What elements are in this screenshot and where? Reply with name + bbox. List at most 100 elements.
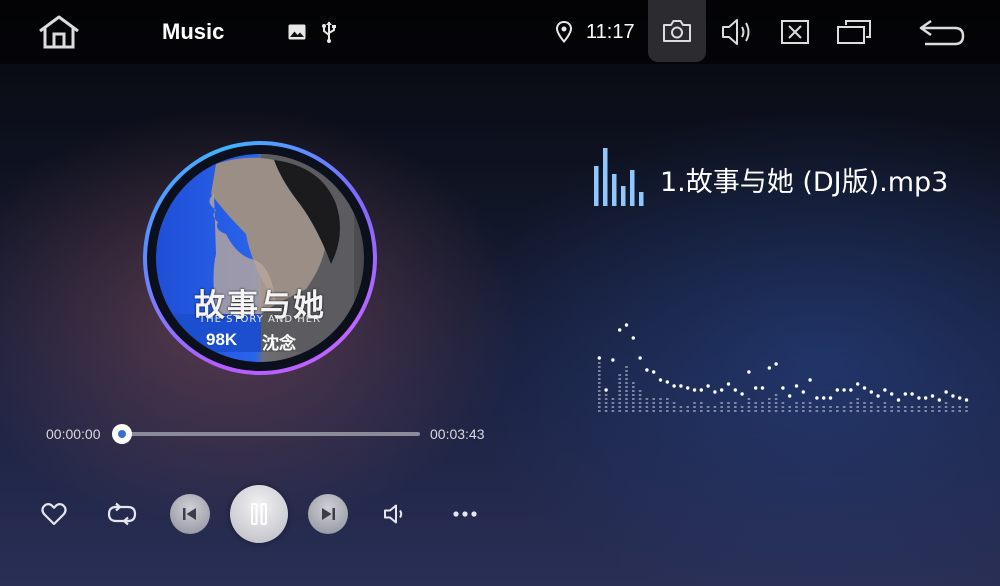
spectrum-bar-segment (666, 398, 669, 400)
status-clock: 11:17 (586, 20, 635, 43)
spectrum-bar-segment (618, 394, 621, 396)
spectrum-bar-segment (808, 402, 812, 404)
spectrum-peak (720, 388, 724, 392)
app-title: Music (162, 19, 225, 44)
spectrum-bar-segment (659, 402, 662, 404)
spectrum-bar-segment (693, 406, 696, 408)
spectrum-peak (944, 390, 948, 394)
spectrum-bar-segment (713, 406, 717, 408)
spectrum-bar-segment (856, 406, 859, 408)
spectrum-bar-segment (625, 382, 628, 384)
seek-thumb[interactable] (112, 424, 132, 444)
spectrum-bar-segment (598, 370, 601, 372)
spectrum-bar-segment (598, 378, 601, 380)
spectrum-bar-segment (632, 390, 635, 392)
seek-bar[interactable] (122, 432, 420, 436)
spectrum-bar-segment (686, 406, 689, 408)
spectrum-bar-segment (598, 402, 601, 404)
spectrum-bar-segment (761, 406, 764, 408)
spectrum-bar-segment (618, 374, 621, 376)
spectrum-bar-segment (754, 402, 757, 404)
spectrum-bar-segment (774, 402, 778, 404)
spectrum-bar-segment (598, 390, 601, 392)
spectrum-bar-segment (659, 410, 662, 412)
spectrum-visualizer (597, 323, 969, 412)
spectrum-bar-segment (611, 406, 615, 408)
spectrum-bar-segment (632, 382, 635, 384)
favorite-button[interactable] (38, 498, 70, 530)
spectrum-bar-segment (897, 410, 900, 412)
more-options-button[interactable] (450, 498, 480, 530)
spectrum-peak (801, 390, 805, 394)
home-button[interactable] (34, 12, 84, 52)
close-app-button[interactable] (776, 14, 814, 50)
back-icon (919, 19, 965, 46)
spectrum-bar-segment (672, 402, 676, 404)
spectrum-bar-segment (849, 402, 853, 404)
sound-effect-button[interactable] (380, 498, 412, 530)
spectrum-bar-segment (638, 390, 642, 392)
spectrum-bar-segment (890, 406, 893, 408)
spectrum-bar-segment (883, 410, 887, 412)
recent-apps-button[interactable] (834, 14, 874, 50)
spectrum-peak (794, 384, 799, 388)
spectrum-bar-segment (829, 410, 832, 412)
spectrum-bar-segment (965, 406, 968, 408)
close-app-icon (781, 20, 809, 44)
spectrum-bar-segment (652, 410, 655, 412)
pause-button[interactable] (230, 485, 288, 543)
spectrum-peak (713, 390, 717, 394)
next-button[interactable] (308, 494, 348, 534)
spectrum-peak (692, 388, 697, 392)
spectrum-bar-segment (598, 366, 601, 368)
spectrum-peak (699, 388, 703, 392)
spectrum-bar-segment (883, 406, 887, 408)
spectrum-bar-segment (768, 398, 771, 400)
spectrum-bar-segment (740, 406, 744, 408)
spectrum-bar-segment (965, 410, 968, 412)
spectrum-peak (808, 378, 812, 382)
spectrum-peak (665, 380, 669, 384)
spectrum-bar-segment (632, 402, 635, 404)
spectrum-peak (652, 370, 656, 374)
spectrum-bar-segment (774, 398, 778, 400)
spectrum-bar-segment (625, 406, 628, 408)
spectrum-bar-segment (883, 402, 887, 404)
screenshot-button[interactable] (648, 0, 706, 62)
spectrum-bar-segment (768, 406, 771, 408)
spectrum-bar-segment (774, 394, 778, 396)
spectrum-bar-segment (795, 402, 798, 404)
repeat-icon (107, 502, 137, 526)
volume-button[interactable] (718, 14, 756, 50)
spectrum-bar-segment (863, 406, 866, 408)
spectrum-peak (618, 328, 622, 332)
spectrum-peak (760, 386, 765, 390)
spectrum-bar-segment (720, 406, 723, 408)
spectrum-peak (862, 386, 867, 390)
spectrum-bar-segment (693, 402, 696, 404)
spectrum-peak (849, 388, 853, 392)
speaker-icon (384, 504, 403, 524)
spectrum-bar-segment (890, 410, 893, 412)
previous-button[interactable] (170, 494, 210, 534)
spectrum-bar-segment (598, 386, 601, 388)
volume-icon (722, 19, 750, 45)
spectrum-bar-segment (958, 410, 961, 412)
spectrum-peak (937, 398, 941, 402)
spectrum-bar-segment (761, 410, 764, 412)
spectrum-peak (706, 384, 710, 388)
spectrum-bar-segment (625, 394, 628, 396)
spectrum-peak (842, 388, 846, 392)
back-button[interactable] (914, 14, 970, 50)
spectrum-peak (767, 366, 771, 370)
spectrum-peak (869, 390, 873, 394)
spectrum-bar-segment (849, 406, 853, 408)
spectrum-bar-segment (924, 406, 927, 408)
spectrum-peak (890, 392, 894, 396)
spectrum-bar-segment (870, 410, 873, 412)
spectrum-bar-segment (931, 410, 934, 412)
spectrum-bar-segment (870, 406, 873, 408)
spectrum-bar-segment (659, 406, 662, 408)
repeat-button[interactable] (104, 498, 140, 530)
spectrum-bar-segment (876, 410, 880, 412)
